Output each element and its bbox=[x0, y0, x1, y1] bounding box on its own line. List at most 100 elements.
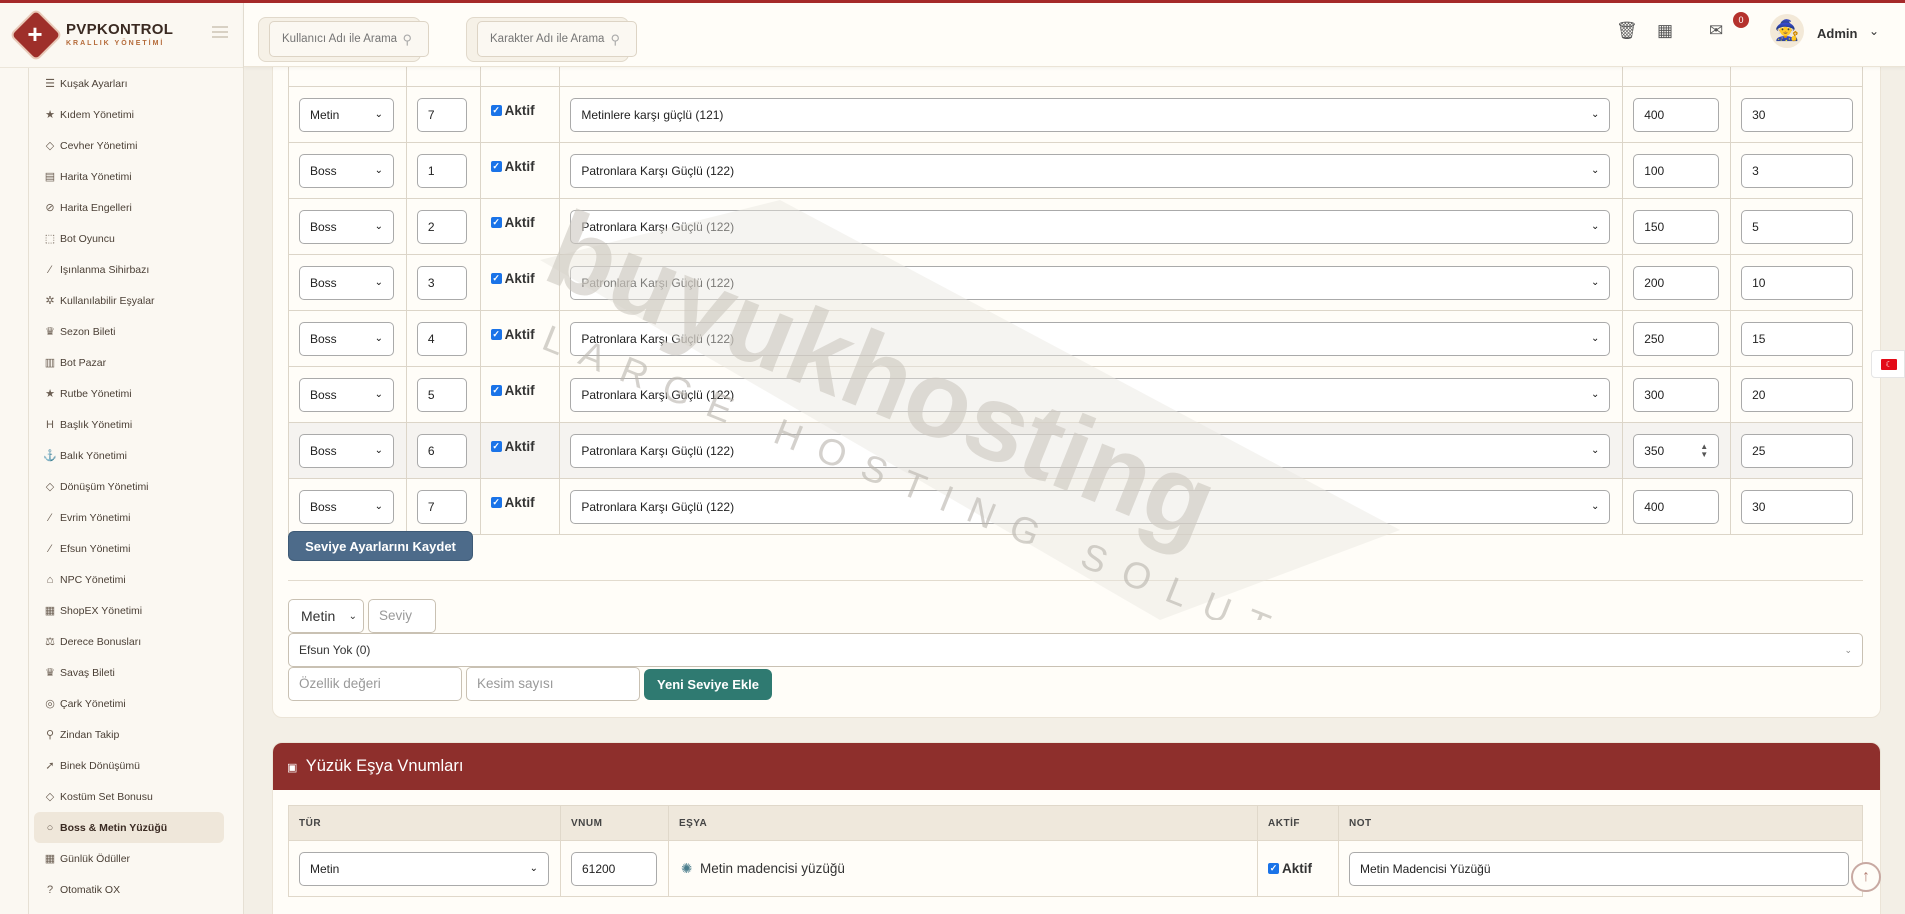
sidebar-item[interactable]: ➚ Binek Dönüşümü bbox=[29, 750, 244, 781]
new-level-bonus-select[interactable]: Efsun Yok (0) ⌄ bbox=[288, 633, 1863, 667]
level-value-input[interactable]: 300 bbox=[1633, 377, 1720, 412]
level-type-select[interactable]: Boss ⌄ bbox=[299, 209, 394, 244]
sidebar-item[interactable]: ? Otomatik OX bbox=[29, 874, 244, 905]
add-level-button[interactable]: Yeni Seviye Ekle bbox=[644, 669, 772, 700]
level-value-input[interactable]: 150 bbox=[1633, 209, 1720, 244]
level-cuts-input[interactable]: 30 bbox=[1741, 489, 1854, 524]
sidebar-item[interactable]: ⁄ Efsun Yönetimi bbox=[29, 533, 244, 564]
sidebar-item[interactable]: ♛ Savaş Bileti bbox=[29, 657, 244, 688]
sidebar-item[interactable]: ✲ Kullanılabilir Eşyalar bbox=[29, 285, 244, 316]
level-cuts-input[interactable]: 10 bbox=[1741, 265, 1854, 300]
sidebar-item[interactable]: ◎ Çark Yönetimi bbox=[29, 688, 244, 719]
level-type-select[interactable]: Boss ⌄ bbox=[299, 489, 394, 524]
sidebar-item[interactable]: ⁄ Işınlanma Sihirbazı bbox=[29, 254, 244, 285]
level-value-input[interactable]: 400 bbox=[1633, 489, 1720, 524]
level-cuts-input[interactable]: 3 bbox=[1741, 153, 1854, 188]
level-bonus-select[interactable]: Patronlara Karşı Güçlü (122) ⌄ bbox=[570, 153, 1611, 188]
level-active-checkbox[interactable]: ✓ Aktif bbox=[481, 87, 560, 142]
new-level-type-select[interactable]: Metin ⌄ bbox=[288, 599, 364, 633]
new-level-cuts-input[interactable]: Kesim sayısı bbox=[466, 667, 640, 701]
sidebar-item[interactable]: ⁄ Evrim Yönetimi bbox=[29, 502, 244, 533]
ring-vnum-input[interactable]: 61200 bbox=[570, 851, 657, 886]
avatar[interactable]: 🧙 bbox=[1770, 14, 1804, 48]
sidebar-item[interactable]: ⌂ NPC Yönetimi bbox=[29, 564, 244, 595]
level-active-checkbox[interactable]: ✓ Aktif bbox=[481, 423, 560, 478]
save-levels-button[interactable]: Seviye Ayarlarını Kaydet bbox=[288, 531, 473, 561]
level-value-input[interactable]: 200 bbox=[1633, 265, 1720, 300]
sidebar-item[interactable]: ⚲ Zindan Takip bbox=[29, 719, 244, 750]
level-number-input[interactable]: 3 bbox=[416, 265, 467, 300]
sidebar-item[interactable]: ▦ ShopEX Yönetimi bbox=[29, 595, 244, 626]
level-bonus-select[interactable]: Patronlara Karşı Güçlü (122) ⌄ bbox=[570, 433, 1611, 468]
level-number-input[interactable]: 1 bbox=[416, 153, 467, 188]
spinner-arrows-icon[interactable]: ▲ ▼ bbox=[1700, 442, 1708, 459]
sidebar-item[interactable]: ☰ Kuşak Ayarları bbox=[29, 68, 244, 99]
search-icon[interactable]: ⚲ bbox=[610, 32, 620, 48]
sidebar-item[interactable]: ◇ Dönüşüm Yönetimi bbox=[29, 471, 244, 502]
level-active-checkbox[interactable]: ✓ Aktif bbox=[481, 255, 560, 310]
level-number-input[interactable]: 6 bbox=[416, 433, 467, 468]
ring-type-select[interactable]: Metin ⌄ bbox=[299, 851, 549, 886]
ring-active-checkbox[interactable]: ✓ Aktif bbox=[1258, 841, 1338, 896]
language-flag[interactable]: ☾ bbox=[1871, 350, 1905, 378]
level-type-select[interactable]: Boss ⌄ bbox=[299, 153, 394, 188]
chevron-down-icon: ⌄ bbox=[374, 501, 383, 512]
level-number-input[interactable]: 5 bbox=[416, 377, 467, 412]
level-value-input[interactable]: 100 bbox=[1633, 153, 1720, 188]
level-cuts-input[interactable]: 5 bbox=[1741, 209, 1854, 244]
sidebar-item[interactable]: ★ Rutbe Yönetimi bbox=[29, 378, 244, 409]
level-type-select[interactable]: Boss ⌄ bbox=[299, 377, 394, 412]
level-cuts-input[interactable]: 20 bbox=[1741, 377, 1854, 412]
level-bonus-select[interactable]: Patronlara Karşı Güçlü (122) ⌄ bbox=[570, 265, 1611, 300]
sidebar-item[interactable]: ♛ Sezon Bileti bbox=[29, 316, 244, 347]
menu-toggle-icon[interactable] bbox=[212, 26, 228, 38]
ring-note-input[interactable]: Metin Madencisi Yüzüğü bbox=[1348, 851, 1849, 886]
level-type-select[interactable]: Metin ⌄ bbox=[299, 97, 394, 132]
level-active-checkbox[interactable]: ✓ Aktif bbox=[481, 143, 560, 198]
trash-icon[interactable]: 🗑 bbox=[1616, 21, 1638, 41]
scroll-to-top-button[interactable]: ↑ bbox=[1851, 862, 1881, 892]
level-cuts-input[interactable]: 25 bbox=[1741, 433, 1854, 468]
sidebar-item[interactable]: ▤ Harita Yönetimi bbox=[29, 161, 244, 192]
search-icon[interactable]: ⚲ bbox=[402, 32, 412, 48]
brand[interactable]: + PVPKONTROL KRALLIK YÖNETİMİ bbox=[0, 0, 243, 68]
sidebar-item[interactable]: ⊘ Harita Engelleri bbox=[29, 192, 244, 223]
level-number-input[interactable]: 7 bbox=[416, 489, 467, 524]
level-active-checkbox[interactable]: ✓ Aktif bbox=[481, 367, 560, 422]
level-number-input[interactable]: 4 bbox=[416, 321, 467, 356]
sidebar-item[interactable]: ▥ Bot Pazar bbox=[29, 347, 244, 378]
level-type-select[interactable]: Boss ⌄ bbox=[299, 433, 394, 468]
new-level-value-input[interactable]: Özellik değeri bbox=[288, 667, 462, 701]
sidebar-item[interactable]: ★ Kıdem Yönetimi bbox=[29, 99, 244, 130]
calendar-icon[interactable]: ▦ bbox=[1657, 21, 1673, 41]
sidebar-item[interactable]: H Başlık Yönetimi bbox=[29, 409, 244, 440]
level-type-select[interactable]: Boss ⌄ bbox=[299, 321, 394, 356]
level-bonus-select[interactable]: Patronlara Karşı Güçlü (122) ⌄ bbox=[570, 377, 1611, 412]
sidebar-item[interactable]: ⬚ Bot Oyuncu bbox=[29, 223, 244, 254]
level-bonus-select[interactable]: Patronlara Karşı Güçlü (122) ⌄ bbox=[570, 321, 1611, 356]
mail-icon[interactable]: ✉ bbox=[1709, 21, 1723, 41]
chevron-down-icon[interactable]: ⌄ bbox=[1869, 24, 1879, 38]
level-number-input[interactable]: 7 bbox=[416, 97, 467, 132]
sidebar-item[interactable]: ◇ Cevher Yönetimi bbox=[29, 130, 244, 161]
level-active-checkbox[interactable]: ✓ Aktif bbox=[481, 311, 560, 366]
level-number-input[interactable]: 2 bbox=[416, 209, 467, 244]
level-cuts-input[interactable]: 15 bbox=[1741, 321, 1854, 356]
user-name[interactable]: Admin bbox=[1817, 26, 1857, 41]
level-active-checkbox[interactable]: ✓ Aktif bbox=[481, 199, 560, 254]
level-bonus-select[interactable]: Patronlara Karşı Güçlü (122) ⌄ bbox=[570, 209, 1611, 244]
level-bonus-select[interactable]: Patronlara Karşı Güçlü (122) ⌄ bbox=[570, 489, 1611, 524]
level-active-checkbox[interactable]: ✓ Aktif bbox=[481, 479, 560, 534]
level-value-input[interactable]: 250 bbox=[1633, 321, 1720, 356]
level-bonus-select[interactable]: Metinlere karşı güçlü (121) ⌄ bbox=[570, 97, 1611, 132]
sidebar-item[interactable]: ○ Boss & Metin Yüzüğü bbox=[34, 812, 224, 843]
level-value-input[interactable]: 400 bbox=[1633, 97, 1720, 132]
sidebar-item[interactable]: ▦ Günlük Ödüller bbox=[29, 843, 244, 874]
level-value-input[interactable]: 350 ▲ ▼ bbox=[1633, 433, 1720, 468]
level-cuts-input[interactable]: 30 bbox=[1741, 97, 1854, 132]
new-level-input[interactable]: Seviy bbox=[368, 599, 436, 633]
sidebar-item[interactable]: ⚓ Balık Yönetimi bbox=[29, 440, 244, 471]
sidebar-item[interactable]: ◇ Kostüm Set Bonusu bbox=[29, 781, 244, 812]
level-type-select[interactable]: Boss ⌄ bbox=[299, 265, 394, 300]
sidebar-item[interactable]: ⚖ Derece Bonusları bbox=[29, 626, 244, 657]
